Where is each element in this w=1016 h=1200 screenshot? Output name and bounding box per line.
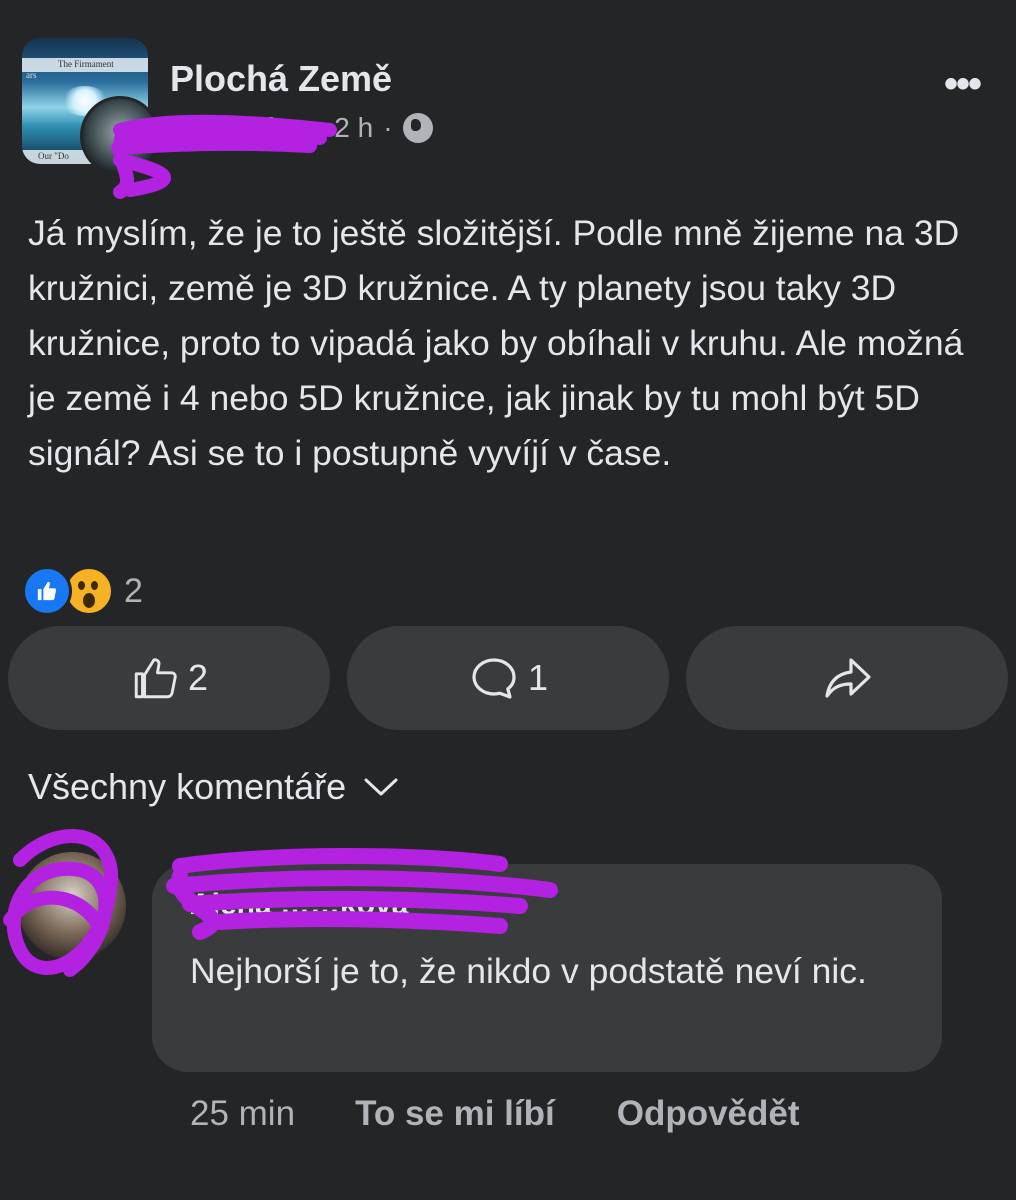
comment-like-button[interactable]: To se mi líbí <box>355 1094 555 1134</box>
comment-actions: 25 min To se mi líbí Odpovědět <box>190 1094 862 1134</box>
author-name[interactable]: Petr Dí <box>170 112 274 144</box>
meta-separator: · <box>383 112 393 143</box>
like-button[interactable]: 2 <box>8 626 330 730</box>
group-avatar-caption-top: The Firmament <box>58 59 114 69</box>
share-arrow-icon <box>825 658 871 698</box>
like-icon <box>22 566 72 616</box>
share-button[interactable] <box>686 626 1008 730</box>
commenter-avatar[interactable] <box>18 852 126 960</box>
comments-filter-label: Všechny komentáře <box>28 766 347 807</box>
chevron-down-icon <box>364 778 398 796</box>
thumbs-up-icon <box>134 658 177 699</box>
globe-icon <box>402 113 433 143</box>
comment-reply-button[interactable]: Odpovědět <box>617 1094 800 1134</box>
comment-time[interactable]: 25 min <box>190 1094 295 1134</box>
comment-button[interactable]: 1 <box>347 626 669 730</box>
post-time[interactable]: 2 h <box>334 112 373 144</box>
comment-text: Nejhorší je to, že nikdo v podstatě neví… <box>190 951 867 991</box>
group-avatar-caption-left: ars <box>26 70 37 80</box>
comments-filter-dropdown[interactable]: Všechny komentáře <box>28 766 400 808</box>
post-text: Já myslím, že je to ještě složitější. Po… <box>28 213 964 473</box>
comment-icon <box>472 658 516 699</box>
group-name[interactable]: Plochá Země <box>170 58 392 100</box>
group-avatar-caption-bottom: Our "Do <box>38 151 69 161</box>
reaction-summary[interactable]: 2 <box>22 566 143 616</box>
more-options-button[interactable]: ••• <box>944 62 982 107</box>
like-count: 2 <box>187 657 209 698</box>
author-avatar[interactable] <box>80 96 160 176</box>
post-meta: Petr Dí 2 h · <box>170 112 433 144</box>
comment-count: 1 <box>527 657 549 698</box>
comment-author[interactable]: Alena ……ková <box>190 888 408 922</box>
reaction-count[interactable]: 2 <box>124 572 143 611</box>
